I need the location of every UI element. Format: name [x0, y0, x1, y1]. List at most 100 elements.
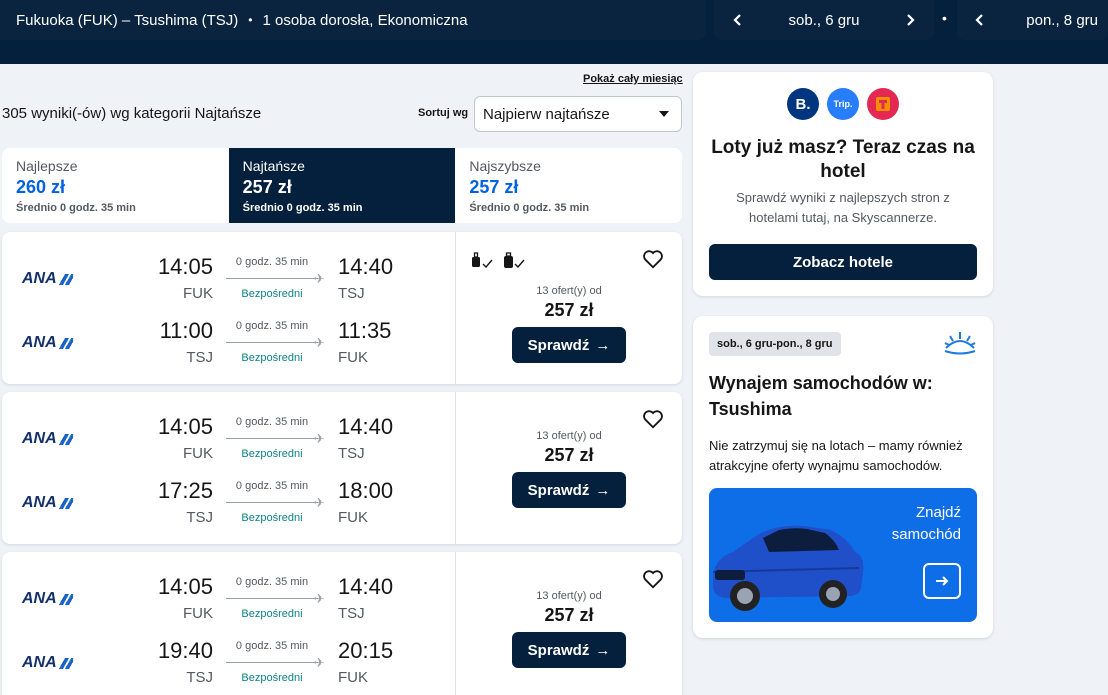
flight-card[interactable]: ANA 14:05 FUK 0 godz. 35 min ✈ Bezpośred… — [2, 232, 682, 384]
arrival-time: 14:40 — [338, 254, 394, 279]
tab-duration: Średnio 0 godz. 35 min — [16, 202, 136, 214]
sort-tabs: Najlepsze 260 zł Średnio 0 godz. 35 min … — [2, 148, 682, 223]
flight-card[interactable]: ANA 14:05 FUK 0 godz. 35 min ✈ Bezpośred… — [2, 552, 682, 695]
tab-duration: Średnio 0 godz. 35 min — [242, 202, 363, 214]
route-line — [226, 438, 318, 439]
airline-logo: ANA — [22, 430, 73, 448]
see-hotels-button[interactable]: Zobacz hotele — [709, 244, 977, 280]
airline-logo: ANA — [22, 270, 73, 288]
chevron-left-icon — [975, 14, 983, 26]
tab-price: 257 zł — [242, 177, 292, 197]
route-line — [226, 342, 318, 343]
offers-count: 13 ofert(y) od — [536, 430, 602, 442]
outbound-leg: ANA 14:05 FUK 0 godz. 35 min ✈ Bezpośred… — [2, 572, 455, 632]
baggage-info — [470, 252, 526, 270]
arrival-airport: FUK — [338, 669, 368, 686]
depart-date-selector: sob., 6 gru — [714, 0, 934, 40]
find-car-banner[interactable]: Znajdź samochód — [709, 488, 977, 622]
select-flight-button[interactable]: Sprawdź → — [512, 472, 626, 508]
route-line — [226, 278, 318, 279]
sort-value: Najpierw najtańsze — [483, 105, 610, 123]
arrival-time: 20:15 — [338, 638, 394, 663]
arrival-airport: FUK — [338, 509, 368, 526]
depart-prev-button[interactable] — [714, 0, 762, 40]
chevron-right-icon — [907, 14, 915, 26]
heart-icon[interactable] — [642, 408, 664, 430]
plane-icon: ✈ — [314, 655, 325, 670]
heart-icon[interactable] — [642, 248, 664, 270]
rental-dates-badge: sob., 6 gru-pon., 8 gru — [709, 332, 841, 356]
tab-label: Najszybsze — [469, 158, 541, 174]
stops-info: Bezpośredni — [241, 512, 303, 524]
tab-cheapest[interactable]: Najtańsze 257 zł Średnio 0 godz. 35 min — [228, 148, 456, 223]
route-line — [226, 598, 318, 599]
date-separator: • — [942, 10, 947, 26]
arrow-right-icon[interactable] — [923, 563, 961, 599]
depart-next-button[interactable] — [886, 0, 934, 40]
offers-count: 13 ofert(y) od — [536, 590, 602, 602]
tab-duration: Średnio 0 godz. 35 min — [469, 202, 590, 214]
arrival-airport: TSJ — [338, 605, 365, 622]
carry-on-bag-icon — [472, 252, 493, 269]
return-leg: ANA 19:40 TSJ 0 godz. 35 min ✈ Bezpośred… — [2, 636, 455, 695]
offers-count: 13 ofert(y) od — [536, 285, 602, 297]
outbound-leg: ANA 14:05 FUK 0 godz. 35 min ✈ Bezpośred… — [2, 412, 455, 472]
flight-duration: 0 godz. 35 min — [235, 416, 309, 428]
sort-select[interactable]: Najpierw najtańsze — [474, 96, 682, 132]
show-whole-month-link[interactable]: Pokaż cały miesiąc — [583, 73, 683, 85]
heart-icon[interactable] — [642, 568, 664, 590]
airline-logo: ANA — [22, 494, 73, 512]
sort-label: Sortuj wg — [418, 107, 469, 119]
tab-price: 257 zł — [469, 177, 519, 197]
arrow-right-icon: → — [595, 336, 611, 354]
chevron-left-icon — [733, 14, 741, 26]
results-count: 305 wyniki(-ów) wg kategorii Najtańsze — [2, 105, 262, 122]
hotel-promo-card: B. Trip. Loty już masz? Teraz czas na ho… — [693, 72, 993, 296]
hotel-promo-title: Loty już masz? Teraz czas na hotel — [711, 137, 975, 182]
price: 257 zł — [544, 445, 594, 465]
flight-duration: 0 godz. 35 min — [235, 320, 309, 332]
airline-logo: ANA — [22, 590, 73, 608]
airline-logo: ANA — [22, 334, 73, 352]
arrow-right-icon: → — [595, 481, 611, 499]
card-divider — [455, 392, 456, 544]
departure-time: 14:05 — [157, 254, 213, 279]
select-flight-button[interactable]: Sprawdź → — [512, 327, 626, 363]
arrival-airport: FUK — [338, 349, 368, 366]
car-image — [712, 525, 864, 611]
sunrise-logo-icon — [944, 332, 976, 355]
departure-airport: TSJ — [186, 509, 213, 526]
departure-airport: TSJ — [186, 349, 213, 366]
arrival-time: 14:40 — [338, 414, 394, 439]
stops-info: Bezpośredni — [241, 608, 303, 620]
departure-time: 17:25 — [157, 478, 213, 503]
flight-card[interactable]: ANA 14:05 FUK 0 godz. 35 min ✈ Bezpośred… — [2, 392, 682, 544]
return-date[interactable]: pon., 8 gru — [1002, 12, 1108, 29]
tab-price: 260 zł — [16, 177, 66, 197]
departure-time: 14:05 — [157, 574, 213, 599]
departure-airport: TSJ — [186, 669, 213, 686]
return-prev-button[interactable] — [957, 0, 1002, 40]
plane-icon: ✈ — [314, 271, 325, 286]
tab-fastest[interactable]: Najszybsze 257 zł Średnio 0 godz. 35 min — [455, 148, 682, 223]
trivago-logo — [867, 88, 899, 120]
depart-date[interactable]: sob., 6 gru — [762, 12, 886, 29]
booking-logo: B. — [787, 88, 819, 120]
trivago-icon — [876, 97, 890, 111]
flight-duration: 0 godz. 35 min — [235, 576, 309, 588]
passengers-text: 1 osoba dorosła, Ekonomiczna — [262, 11, 468, 29]
arrival-airport: TSJ — [338, 445, 365, 462]
find-car-text: Znajdź samochód — [891, 504, 961, 543]
tab-best[interactable]: Najlepsze 260 zł Średnio 0 godz. 35 min — [2, 148, 229, 223]
route-line — [226, 662, 318, 663]
car-rental-card: sob., 6 gru-pon., 8 gru Wynajem samochod… — [693, 316, 993, 638]
airline-logo: ANA — [22, 654, 73, 672]
caret-down-icon — [659, 111, 669, 117]
select-flight-button[interactable]: Sprawdź → — [512, 632, 626, 668]
price: 257 zł — [544, 605, 594, 625]
hotel-promo-subtitle: Sprawdź wyniki z najlepszych stron z hot… — [736, 190, 950, 225]
arrow-right-icon: → — [595, 641, 611, 659]
search-summary[interactable]: Fukuoka (FUK) – Tsushima (TSJ) • 1 osoba… — [0, 0, 706, 40]
route-text: Fukuoka (FUK) – Tsushima (TSJ) — [16, 11, 239, 29]
departure-time: 19:40 — [157, 638, 213, 663]
